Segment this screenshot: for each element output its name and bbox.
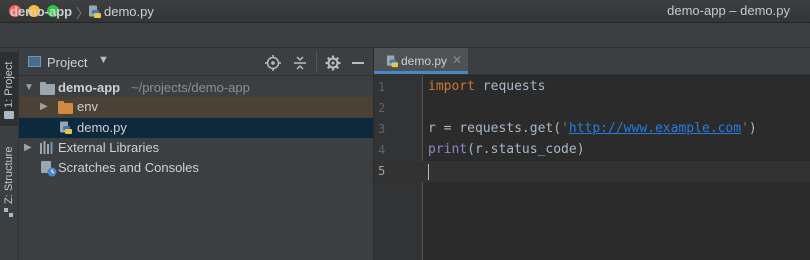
folder-icon: [58, 101, 73, 114]
tree-item-demo-py[interactable]: demo.py: [77, 120, 127, 135]
chevron-down-icon[interactable]: ▼: [24, 82, 34, 93]
project-tool-label[interactable]: 1: Project: [3, 62, 15, 108]
scratches-icon: [41, 161, 57, 177]
line-number: 3: [378, 122, 386, 136]
structure-icon: [4, 208, 13, 217]
project-view-icon: [28, 56, 41, 67]
code-line-3[interactable]: r = requests.get('http://www.example.com…: [428, 121, 757, 136]
folder-icon: [40, 82, 55, 95]
code-text: (r.status_code): [467, 142, 585, 157]
code-keyword: import: [428, 79, 475, 94]
chevron-right-icon[interactable]: ▶: [40, 101, 48, 112]
line-number: 1: [378, 80, 386, 94]
hide-panel-icon[interactable]: [352, 62, 364, 64]
python-file-icon: [386, 55, 399, 68]
editor-tab-label[interactable]: demo.py: [401, 54, 447, 68]
breadcrumb-project[interactable]: demo-app: [10, 4, 72, 19]
gear-icon[interactable]: [325, 55, 341, 71]
code-string: ': [741, 121, 749, 136]
close-icon[interactable]: ✕: [452, 53, 462, 67]
tree-item-scratches[interactable]: Scratches and Consoles: [58, 160, 199, 175]
code-url-link[interactable]: http://www.example.com: [569, 121, 741, 136]
code-builtin: print: [428, 142, 468, 157]
locate-file-icon[interactable]: [265, 55, 281, 71]
folder-icon: [4, 111, 14, 119]
tree-item-env[interactable]: env: [77, 99, 98, 114]
code-line-4[interactable]: print(r.status_code): [428, 142, 585, 157]
line-number: 5: [378, 164, 386, 178]
line-number: 4: [378, 143, 386, 157]
python-file-icon: [89, 5, 101, 18]
structure-tool-label[interactable]: Z: Structure: [3, 147, 15, 204]
code-text: requests: [474, 79, 546, 94]
caret-row-highlight: [374, 161, 810, 182]
line-number: 2: [378, 101, 386, 115]
code-line-1[interactable]: import requests: [428, 79, 545, 94]
code-text: r = requests.get(: [428, 121, 562, 136]
breadcrumb-file[interactable]: demo.py: [104, 4, 154, 19]
code-text: ): [748, 121, 757, 136]
tree-root-path: ~/projects/demo-app: [131, 80, 250, 95]
python-file-icon: [60, 121, 72, 134]
chevron-right-icon[interactable]: ▶: [24, 142, 32, 153]
code-string: ': [561, 121, 569, 136]
library-icon: [40, 141, 53, 154]
collapse-all-icon[interactable]: [292, 55, 308, 71]
tree-root-name[interactable]: demo-app: [58, 80, 120, 95]
text-cursor: [428, 164, 429, 180]
chevron-down-icon[interactable]: ▼: [98, 54, 109, 66]
navigation-bar: [0, 23, 810, 48]
project-view-title[interactable]: Project: [47, 55, 87, 70]
tree-item-external-libraries[interactable]: External Libraries: [58, 140, 159, 155]
toolbar-divider: [316, 51, 317, 73]
